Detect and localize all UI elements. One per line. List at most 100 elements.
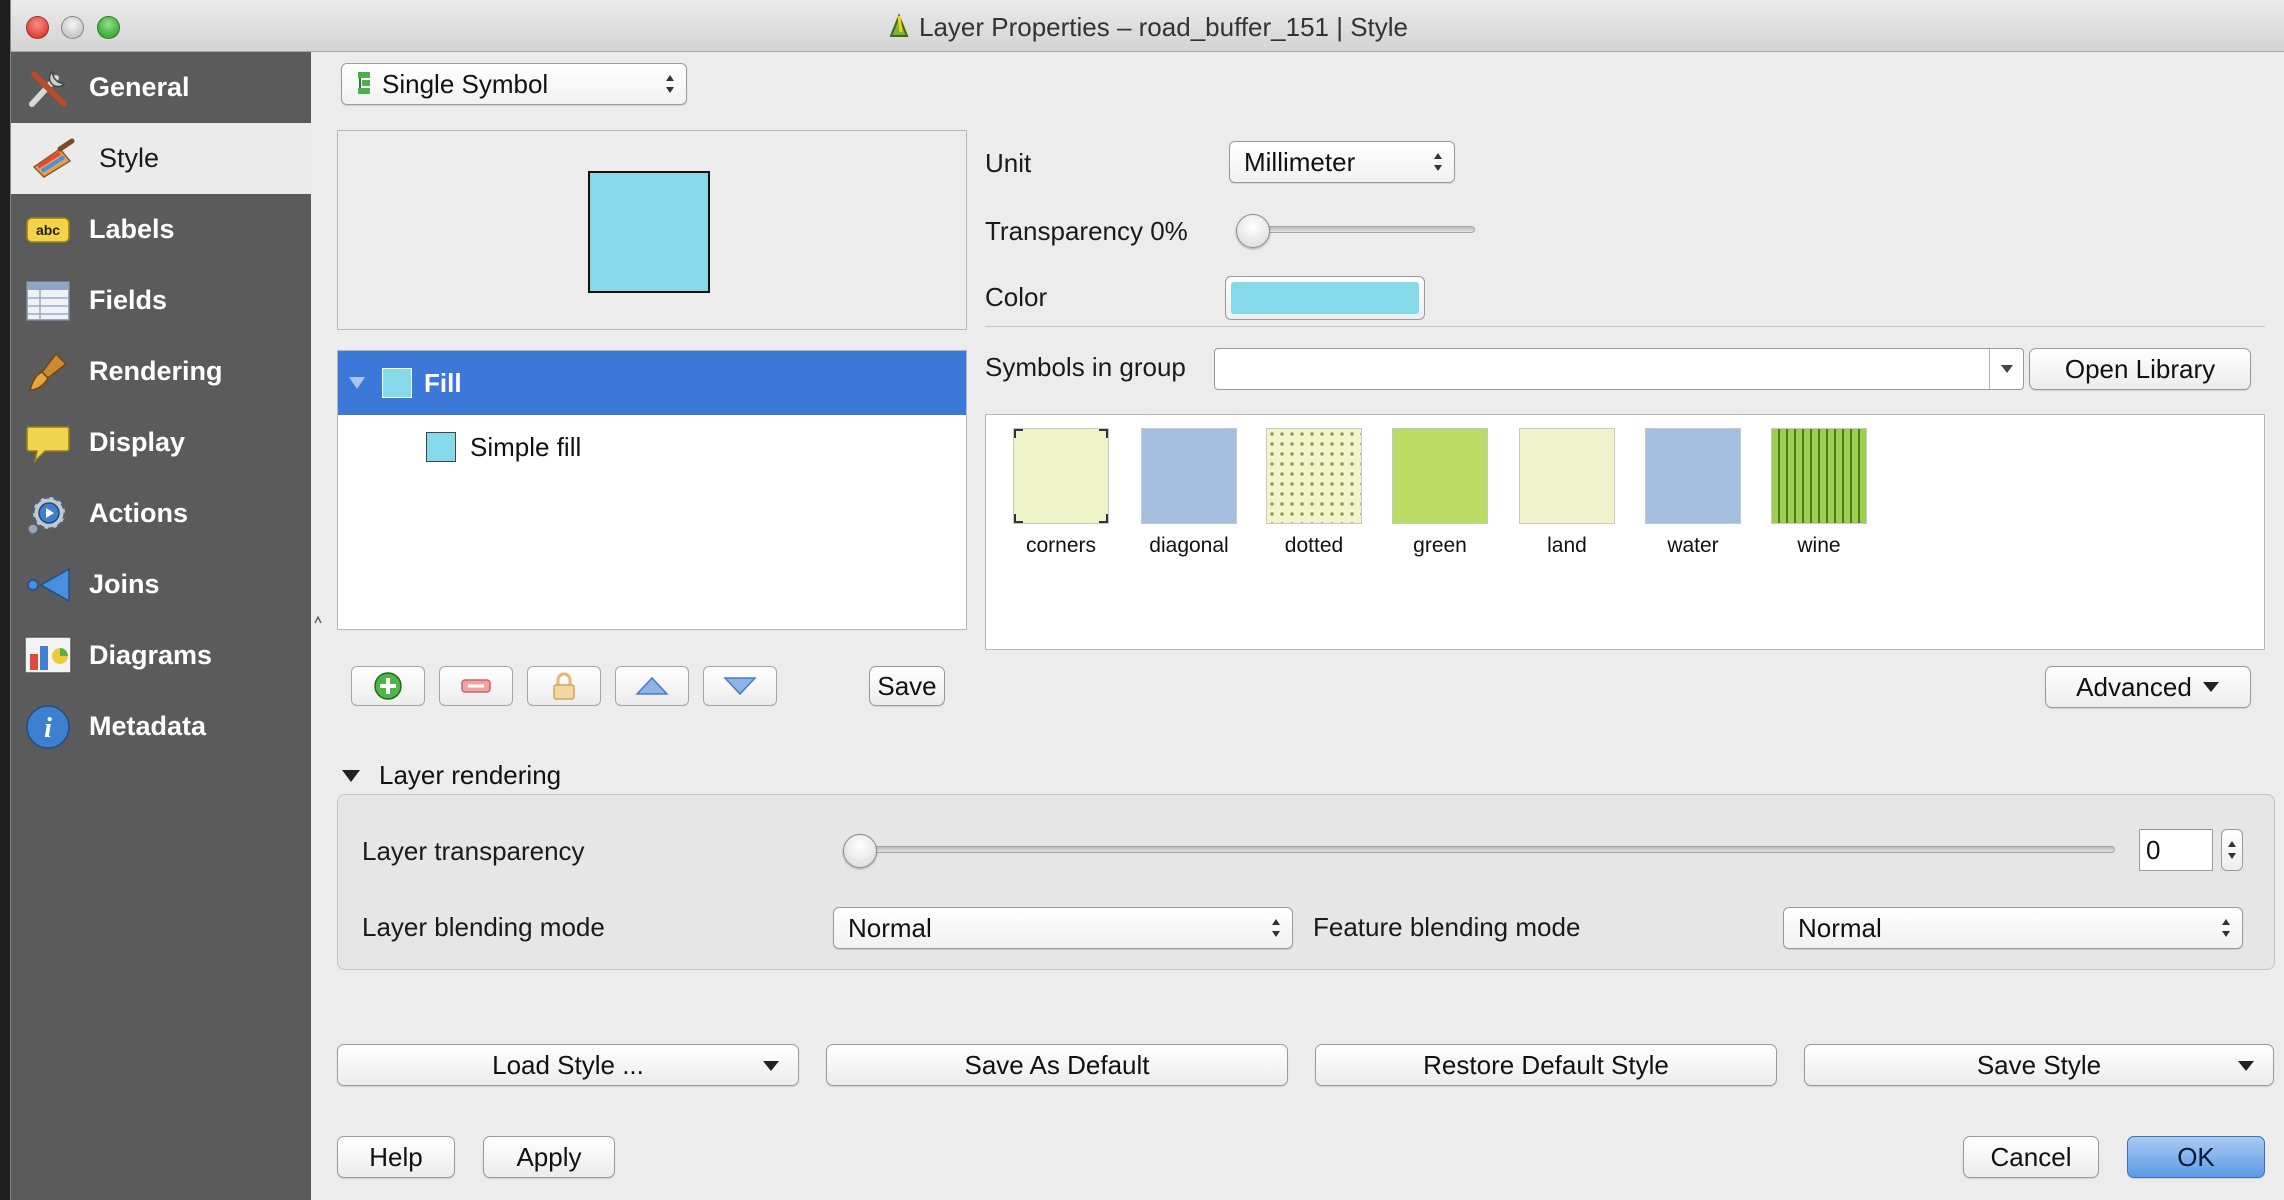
dropdown-triangle-icon (763, 1061, 779, 1071)
tree-item-label: Simple fill (470, 431, 582, 462)
tools-icon (23, 63, 73, 113)
symbol-green[interactable]: green (1390, 428, 1490, 558)
sidebar-item-joins[interactable]: Joins (11, 549, 311, 620)
info-icon: i (23, 702, 73, 752)
up-arrow-icon (635, 676, 669, 695)
updown-arrows-icon (1272, 919, 1280, 937)
layer-transparency-spinbox[interactable]: 0 (2139, 829, 2213, 871)
symbol-diagonal[interactable]: diagonal (1139, 428, 1239, 558)
sidebar-item-rendering[interactable]: Rendering (11, 336, 311, 407)
abc-icon: abc (23, 205, 73, 255)
apply-button[interactable]: Apply (483, 1136, 615, 1178)
tree-item-simple-fill[interactable]: Simple fill (426, 427, 581, 467)
save-symbol-button[interactable]: Save (869, 666, 945, 706)
join-arrow-icon (23, 560, 73, 610)
layer-properties-window: Layer Properties – road_buffer_151 | Sty… (10, 0, 2284, 1200)
diagonal-swatch (1141, 428, 1237, 524)
corner-marks-icon (1014, 429, 1108, 523)
sidebar-item-label: Style (99, 143, 160, 173)
table-icon (23, 276, 73, 326)
sidebar-item-label: General (89, 72, 190, 102)
save-style-label: Save Style (1976, 1049, 2102, 1080)
updown-arrows-icon (1434, 153, 1442, 171)
wine-swatch (1771, 428, 1867, 524)
symbols-in-group-label: Symbols in group (985, 352, 1186, 382)
svg-text:abc: abc (36, 222, 60, 238)
layer-rendering-toggle[interactable]: Layer rendering (341, 760, 561, 791)
chart-icon (23, 631, 73, 681)
symbol-corners[interactable]: corners (1011, 428, 1111, 558)
add-symbol-layer-button[interactable] (351, 666, 425, 706)
unit-select[interactable]: Millimeter (1229, 141, 1455, 183)
qgis-icon (887, 12, 911, 47)
symbol-water[interactable]: water (1643, 428, 1743, 558)
layer-transparency-stepper[interactable] (2221, 829, 2243, 871)
chevron-down-icon (2000, 365, 2013, 373)
color-picker-button[interactable] (1225, 276, 1425, 320)
save-as-default-button[interactable]: Save As Default (826, 1044, 1288, 1086)
sidebar-item-diagrams[interactable]: Diagrams (11, 620, 311, 691)
sidebar: General Style abc Labels Fields Renderin… (11, 52, 311, 1200)
symbol-dotted[interactable]: dotted (1264, 428, 1364, 558)
minus-icon (461, 679, 491, 693)
feature-blending-select[interactable]: Normal (1783, 907, 2243, 949)
group-dropdown-arrow[interactable] (1989, 349, 2023, 389)
sidebar-item-general[interactable]: General (11, 52, 311, 123)
land-swatch (1519, 428, 1615, 524)
symbol-name: wine (1797, 534, 1841, 557)
sidebar-item-style[interactable]: Style (11, 123, 311, 194)
symbol-transparency-track[interactable] (1239, 226, 1475, 233)
renderer-type-select[interactable]: Single Symbol (341, 63, 687, 105)
down-arrow-icon (723, 677, 757, 696)
sidebar-item-label: Metadata (89, 711, 207, 741)
remove-symbol-layer-button[interactable] (439, 666, 513, 706)
layer-transparency-knob[interactable] (843, 834, 877, 868)
dropdown-triangle-icon (2238, 1061, 2254, 1071)
symbol-transparency-knob[interactable] (1236, 214, 1270, 248)
tree-item-fill[interactable]: Fill (338, 351, 966, 415)
layer-blending-select[interactable]: Normal (833, 907, 1293, 949)
color-label: Color (985, 282, 1048, 312)
ok-button[interactable]: OK (2127, 1136, 2265, 1178)
symbol-layer-tree: Fill Simple fill (337, 350, 967, 630)
unit-value: Millimeter (1244, 146, 1356, 177)
brush-icon (23, 347, 73, 397)
sidebar-item-actions[interactable]: Actions (11, 478, 311, 549)
updown-arrows-icon (2228, 841, 2236, 859)
sidebar-item-label: Display (89, 427, 186, 457)
simple-fill-swatch-icon (426, 432, 456, 462)
collapse-triangle-icon[interactable] (348, 376, 366, 390)
symbol-land[interactable]: land (1517, 428, 1617, 558)
divider (985, 326, 2265, 327)
symbol-name: dotted (1284, 534, 1344, 557)
cancel-button[interactable]: Cancel (1963, 1136, 2099, 1178)
advanced-menu-button[interactable]: Advanced (2045, 666, 2251, 708)
window-title-text: Layer Properties – road_buffer_151 | Sty… (918, 12, 1409, 42)
sidebar-item-fields[interactable]: Fields (11, 265, 311, 336)
load-style-label: Load Style ... (492, 1049, 644, 1080)
symbol-wine[interactable]: wine (1769, 428, 1869, 558)
sidebar-item-labels[interactable]: abc Labels (11, 194, 311, 265)
green-swatch (1392, 428, 1488, 524)
sidebar-item-display[interactable]: Display (11, 407, 311, 478)
lock-layer-button[interactable] (527, 666, 601, 706)
layer-transparency-track[interactable] (845, 846, 2115, 853)
restore-default-style-button[interactable]: Restore Default Style (1315, 1044, 1777, 1086)
color-swatch (1231, 282, 1419, 314)
feature-blending-value: Normal (1798, 912, 1882, 943)
corners-swatch (1013, 428, 1109, 524)
symbol-name: green (1413, 534, 1467, 557)
paintbrush-icon (29, 134, 79, 184)
move-down-button[interactable] (703, 666, 777, 706)
open-library-button[interactable]: Open Library (2029, 348, 2251, 390)
save-style-button[interactable]: Save Style (1804, 1044, 2274, 1086)
symbol-name: diagonal (1149, 534, 1229, 557)
sidebar-item-label: Diagrams (89, 640, 213, 670)
help-button[interactable]: Help (337, 1136, 455, 1178)
splitter-handle[interactable] (314, 612, 322, 626)
speech-bubble-icon (23, 418, 73, 468)
load-style-button[interactable]: Load Style ... (337, 1044, 799, 1086)
move-up-button[interactable] (615, 666, 689, 706)
sidebar-item-metadata[interactable]: i Metadata (11, 691, 311, 762)
symbol-group-select[interactable] (1214, 348, 2024, 390)
